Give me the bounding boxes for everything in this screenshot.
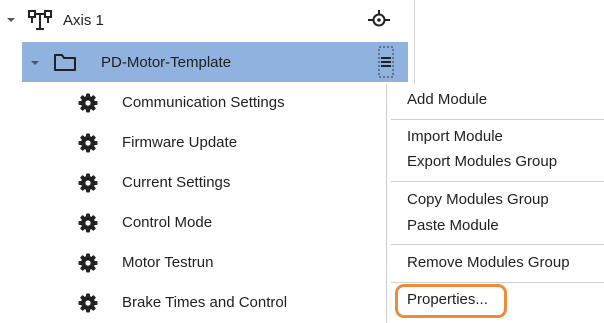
gear-icon: [78, 253, 98, 273]
tree-item-pd-motor-template[interactable]: PD-Motor-Template: [0, 42, 410, 82]
highlight-annotation: [395, 284, 507, 318]
menu-item-paste-module[interactable]: Paste Module: [407, 216, 499, 236]
gear-icon: [78, 133, 98, 153]
tree-item-label: Firmware Update: [122, 134, 238, 151]
tree-item-label: Motor Testrun: [122, 254, 214, 271]
module-tree: Axis 1 PD-Motor-Template Communication S…: [0, 0, 410, 323]
menu-item-export-modules-group[interactable]: Export Modules Group: [407, 152, 557, 172]
menu-separator: [391, 282, 604, 283]
tree-item-control-mode[interactable]: Control Mode: [0, 203, 410, 243]
tree-item-label: Brake Times and Control: [122, 294, 288, 311]
tree-item-current-settings[interactable]: Current Settings: [0, 163, 410, 203]
folder-icon: [53, 52, 77, 72]
menu-item-remove-modules-group[interactable]: Remove Modules Group: [407, 253, 570, 273]
tree-item-axis-1[interactable]: Axis 1: [0, 0, 410, 40]
menu-separator: [391, 181, 604, 182]
menu-separator: [391, 119, 604, 120]
tree-item-label: PD-Motor-Template: [101, 54, 232, 71]
menu-item-add-module[interactable]: Add Module: [407, 90, 487, 110]
gear-icon: [78, 173, 98, 193]
expand-arrow-icon[interactable]: [7, 18, 15, 22]
app-window: Axis 1 PD-Motor-Template Communication S…: [0, 0, 604, 323]
menu-separator: [391, 244, 604, 245]
tree-item-label: Control Mode: [122, 214, 213, 231]
menu-item-copy-modules-group[interactable]: Copy Modules Group: [407, 190, 549, 210]
target-probe-icon[interactable]: [367, 10, 391, 30]
gear-icon: [78, 293, 98, 313]
tree-item-label: Current Settings: [122, 174, 231, 191]
tree-item-firmware-update[interactable]: Firmware Update: [0, 123, 410, 163]
tree-item-brake-times-and-control[interactable]: Brake Times and Control: [0, 283, 410, 323]
axis-structure-icon: [28, 9, 52, 31]
drag-handle-icon[interactable]: [377, 46, 395, 78]
tree-item-label: Communication Settings: [122, 94, 285, 111]
gear-icon: [78, 213, 98, 233]
expand-arrow-icon[interactable]: [31, 61, 39, 65]
menu-item-import-module[interactable]: Import Module: [407, 127, 503, 147]
tree-item-communication-settings[interactable]: Communication Settings: [0, 83, 410, 123]
tree-item-label: Axis 1: [63, 12, 104, 29]
gear-icon: [78, 93, 98, 113]
tree-item-motor-testrun[interactable]: Motor Testrun: [0, 243, 410, 283]
